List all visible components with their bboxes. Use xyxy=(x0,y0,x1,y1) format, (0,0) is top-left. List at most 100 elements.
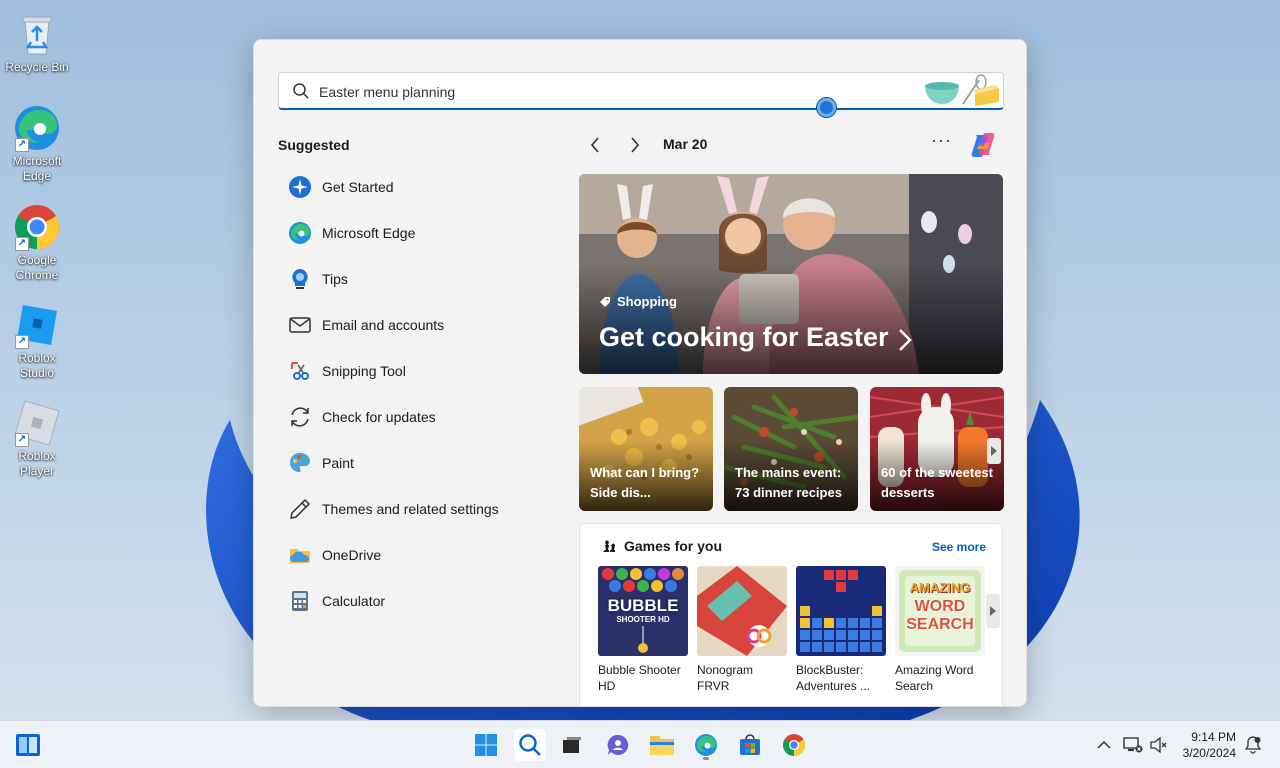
game-tile-nonogram[interactable]: Nonogram FRVR xyxy=(697,566,787,694)
shortcut-arrow-icon: ↗ xyxy=(15,237,29,251)
search-button[interactable] xyxy=(514,729,546,761)
suggested-item-label: Get Started xyxy=(322,179,394,195)
hero-shade xyxy=(579,264,1003,374)
game-tile-blockbuster[interactable]: BlockBuster: Adventures ... xyxy=(796,566,886,694)
article-card-desserts[interactable]: 60 of the sweetest desserts xyxy=(870,387,1004,511)
caret-right-icon xyxy=(990,606,996,616)
chrome-taskbar-button[interactable] xyxy=(778,729,810,761)
store-button[interactable] xyxy=(734,729,766,761)
taskbar: 9:14 PM 3/20/2024 xyxy=(0,720,1280,768)
hero-tag-label: Shopping xyxy=(617,294,677,309)
suggested-item-label: Calculator xyxy=(322,593,386,609)
search-box[interactable] xyxy=(278,72,1004,110)
recycle-bin-icon xyxy=(13,10,61,58)
suggested-item-calculator[interactable]: Calculator xyxy=(278,578,568,624)
desktop-icon-label: Roblox Studio xyxy=(18,351,56,380)
task-view-icon xyxy=(563,737,581,753)
games-scroll-right-button[interactable] xyxy=(986,594,1000,628)
clock-date: 3/20/2024 xyxy=(1182,746,1236,760)
search-input[interactable] xyxy=(319,81,879,103)
suggested-item-get-started[interactable]: Get Started xyxy=(278,164,568,210)
teams-chat-button[interactable] xyxy=(602,729,634,761)
chevron-right-icon xyxy=(899,329,912,351)
highlights-date: Mar 20 xyxy=(663,136,708,152)
tag-icon xyxy=(600,296,610,307)
notifications-button[interactable] xyxy=(1240,729,1266,761)
desktop-icon-edge[interactable]: ↗ Microsoft Edge xyxy=(2,104,72,184)
pen-icon xyxy=(288,497,312,521)
start-button[interactable] xyxy=(470,729,502,761)
search-icon xyxy=(293,83,309,99)
suggested-item-updates[interactable]: Check for updates xyxy=(278,394,568,440)
folder-icon xyxy=(650,736,674,755)
caret-right-icon xyxy=(991,446,997,456)
game-name: Nonogram FRVR xyxy=(697,663,754,693)
snipping-tool-icon xyxy=(288,359,312,383)
suggested-item-themes[interactable]: Themes and related settings xyxy=(278,486,568,532)
cards-scroll-right-button[interactable] xyxy=(987,438,1001,464)
edge-icon xyxy=(695,734,717,756)
suggested-item-tips[interactable]: Tips xyxy=(278,256,568,302)
hero-category: Shopping xyxy=(599,294,677,309)
suggested-list: Get Started Microsoft Edge Tips Email an… xyxy=(278,164,568,624)
network-button[interactable] xyxy=(1120,729,1146,761)
suggested-item-onedrive[interactable]: OneDrive xyxy=(278,532,568,578)
file-explorer-button[interactable] xyxy=(646,729,678,761)
running-indicator xyxy=(703,757,709,760)
article-card-mains[interactable]: The mains event: 73 dinner recipes xyxy=(724,387,858,511)
chevron-right-icon xyxy=(631,137,640,153)
see-more-link[interactable]: See more xyxy=(932,540,986,554)
volume-button[interactable] xyxy=(1146,729,1172,761)
suggested-item-label: Check for updates xyxy=(322,409,436,425)
hero-headline: Get cooking for Easter xyxy=(599,322,889,352)
game-tile-bubble-shooter[interactable]: BUBBLE SHOOTER HD Bubble Shooter HD xyxy=(598,566,688,694)
article-card-title: What can I bring? Side dis... xyxy=(590,465,700,500)
clock-time: 9:14 PM xyxy=(1191,730,1236,744)
calculator-icon xyxy=(288,589,312,613)
desktop-icon-roblox-player[interactable]: ↗ Roblox Player xyxy=(2,399,72,479)
game-tile-amazing-word-search[interactable]: AMAZING WORD SEARCH Amazing Word Search xyxy=(895,566,985,694)
suggested-item-paint[interactable]: Paint xyxy=(278,440,568,486)
suggested-item-snipping[interactable]: Snipping Tool xyxy=(278,348,568,394)
desktop-icon-recycle-bin[interactable]: Recycle Bin xyxy=(2,10,72,75)
suggested-item-label: Themes and related settings xyxy=(322,501,499,517)
refresh-icon xyxy=(288,405,312,429)
article-card-side-dishes[interactable]: What can I bring? Side dis... xyxy=(579,387,713,511)
task-view-button[interactable] xyxy=(556,729,588,761)
shortcut-arrow-icon: ↗ xyxy=(15,433,29,447)
get-started-icon xyxy=(288,175,312,199)
shortcut-arrow-icon: ↗ xyxy=(15,138,29,152)
desktop-icon-label: Recycle Bin xyxy=(5,60,69,74)
volume-muted-icon xyxy=(1150,737,1167,753)
copilot-icon[interactable] xyxy=(967,129,999,161)
widgets-button[interactable] xyxy=(12,729,44,761)
suggested-item-label: Tips xyxy=(322,271,348,287)
desktop-icon-label: Roblox Player xyxy=(18,449,56,478)
desktop-icon-chrome[interactable]: ↗ Google Chrome xyxy=(2,203,72,283)
next-button[interactable] xyxy=(625,134,645,156)
suggested-item-edge[interactable]: Microsoft Edge xyxy=(278,210,568,256)
games-section: Games for you See more BUBBLE SHOOTER HD… xyxy=(579,523,1003,706)
network-icon xyxy=(1123,737,1143,753)
previous-button[interactable] xyxy=(585,134,605,156)
clock[interactable]: 9:14 PM 3/20/2024 xyxy=(1183,729,1236,761)
show-hidden-icons-button[interactable] xyxy=(1090,729,1118,761)
chevron-left-icon xyxy=(590,137,599,153)
chrome-icon: ↗ xyxy=(13,203,61,251)
article-card-title: The mains event: 73 dinner recipes xyxy=(735,465,842,500)
word-search-tile: AMAZING WORD SEARCH xyxy=(895,566,985,656)
tips-icon xyxy=(288,267,312,291)
games-title: Games for you xyxy=(624,538,723,554)
suggested-item-label: Snipping Tool xyxy=(322,363,406,379)
suggested-item-email[interactable]: Email and accounts xyxy=(278,302,568,348)
chess-pieces-icon xyxy=(603,540,615,552)
hero-card[interactable]: Shopping Get cooking for Easter xyxy=(579,174,1003,374)
nonogram-art xyxy=(697,566,787,656)
desktop-icon-roblox-studio[interactable]: ↗ Roblox Studio xyxy=(2,301,72,381)
paint-icon xyxy=(288,451,312,475)
edge-taskbar-button[interactable] xyxy=(690,729,722,761)
more-options-button[interactable]: ··· xyxy=(931,130,952,151)
chat-icon xyxy=(607,734,629,755)
game-name: BlockBuster: Adventures ... xyxy=(796,663,871,693)
suggested-item-label: Paint xyxy=(322,455,354,471)
